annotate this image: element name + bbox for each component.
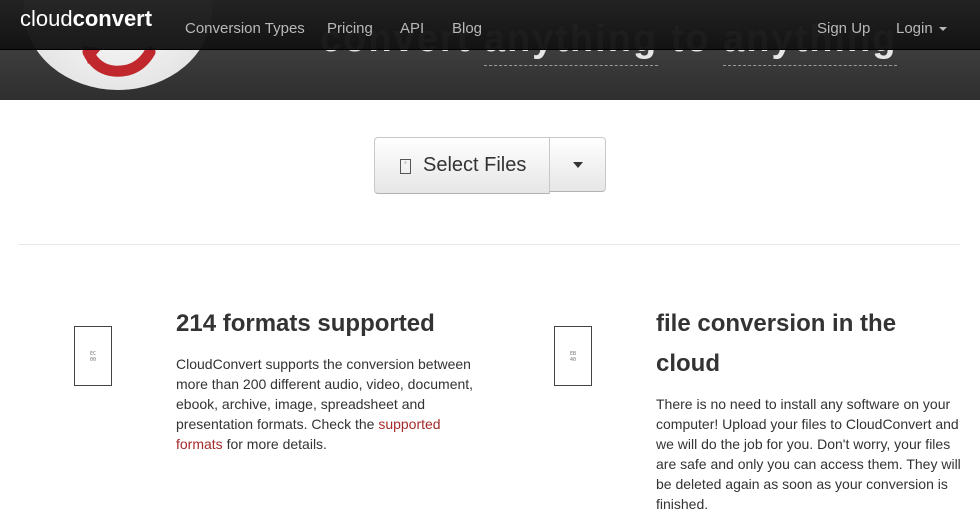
formats-icon-glyph: EC 00 bbox=[89, 351, 97, 363]
nav-api[interactable]: API bbox=[400, 20, 424, 37]
brand-light: cloud bbox=[20, 6, 73, 31]
brand-bold: convert bbox=[72, 6, 153, 31]
cloud-icon: EB 40 bbox=[554, 326, 592, 386]
brand-logo[interactable]: cloudconvert bbox=[20, 6, 152, 32]
feature-text-cloud: There is no need to install any software… bbox=[656, 396, 961, 512]
refresh-arrow-icon bbox=[82, 46, 156, 77]
section-divider bbox=[18, 244, 960, 245]
nav-pricing[interactable]: Pricing bbox=[327, 20, 373, 37]
cloud-icon-glyph: EB 40 bbox=[569, 351, 577, 363]
nav-login[interactable]: Login bbox=[896, 20, 947, 37]
nav-login-label: Login bbox=[896, 20, 933, 37]
select-files-button[interactable]: ≡ Select Files bbox=[374, 137, 550, 194]
top-navbar: cloudconvert Conversion Types Pricing AP… bbox=[0, 0, 980, 50]
caret-down-icon bbox=[938, 27, 947, 32]
select-files-dropdown-button[interactable] bbox=[549, 137, 606, 192]
file-icon: ≡ bbox=[400, 159, 411, 174]
formats-icon: EC 00 bbox=[74, 326, 112, 386]
feature-text-after: for more details. bbox=[222, 436, 327, 452]
feature-title-cloud: file conversion in the cloud bbox=[656, 310, 897, 377]
nav-conversion-types[interactable]: Conversion Types bbox=[185, 20, 305, 37]
feature-text-formats: CloudConvert supports the conversion bet… bbox=[176, 354, 486, 454]
select-files-label: Select Files bbox=[423, 154, 527, 176]
nav-blog[interactable]: Blog bbox=[452, 20, 482, 37]
feature-title-formats: 214 formats supported bbox=[176, 310, 435, 337]
caret-down-icon bbox=[573, 162, 583, 168]
nav-sign-up[interactable]: Sign Up bbox=[817, 20, 870, 37]
